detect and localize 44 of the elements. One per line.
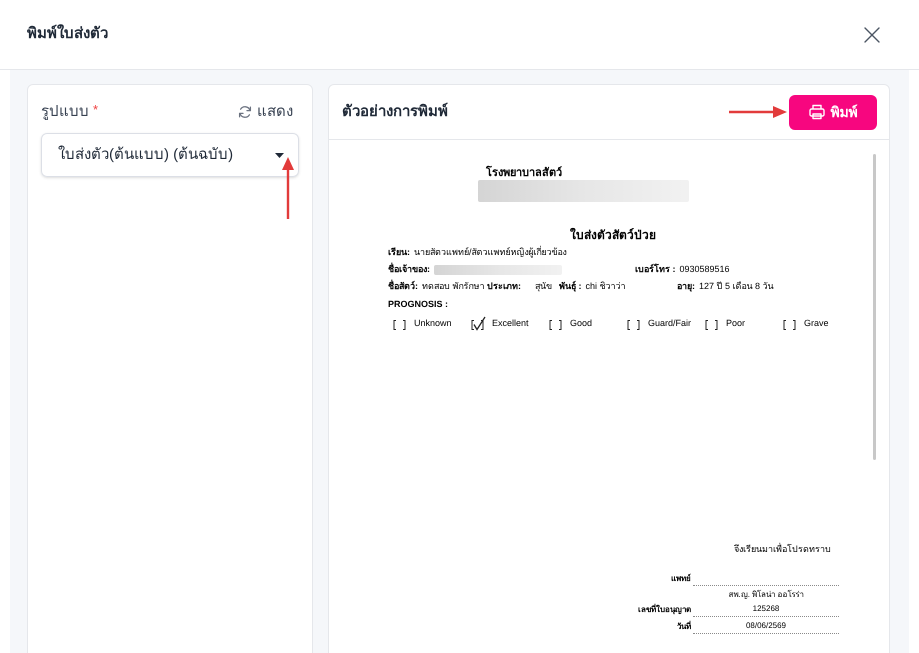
section-label: PROGNOSIS : — [388, 298, 448, 311]
field-value: 125268 — [752, 603, 780, 614]
pointer-arrow — [282, 157, 294, 219]
close-button[interactable] — [864, 26, 880, 42]
field-label: เบอร์โทร : — [635, 262, 676, 276]
close-icon — [864, 26, 880, 42]
required-mark: * — [93, 102, 98, 118]
field-value: นายสัตวแพทย์/สัตวแพทย์หญิงผู้เกี่ยวข้อง — [414, 244, 567, 260]
show-button[interactable]: แสดง — [238, 102, 293, 122]
field-label: เรียน: — [388, 246, 410, 259]
preview-title: ตัวอย่างการพิมพ์ — [342, 102, 448, 122]
option-label: Excellent — [492, 317, 529, 330]
hospital-label: โรงพยาบาลสัตว์ — [486, 166, 562, 180]
refresh-icon — [238, 105, 252, 119]
field-label: เลขที่ใบอนุญาต — [638, 603, 691, 616]
field-value: 127 ปี 5 เดือน 8 วัน — [699, 280, 774, 293]
signer-name: สพ.ญ. พิโลน่า ออโรร่า — [728, 588, 804, 601]
template-select[interactable]: ใบส่งตัว(ต้นแบบ) (ต้นฉบับ) — [41, 133, 299, 177]
field-label: ประเภท: — [487, 280, 521, 293]
printer-icon — [808, 104, 824, 120]
closing-text: จึงเรียนมาเพื่อโปรดทราบ — [734, 542, 831, 556]
field-value: 08/06/2569 — [746, 620, 786, 631]
field-label: แพทย์ — [671, 572, 691, 585]
field-value: สุนัข — [535, 280, 552, 294]
field-label: พันธุ์ : — [559, 280, 582, 294]
print-button[interactable]: พิมพ์ — [789, 94, 877, 130]
dialog-title: พิมพ์ใบส่งตัว — [27, 23, 108, 44]
option-label: Guard/Fair — [648, 317, 692, 330]
scrollbar[interactable] — [873, 154, 876, 460]
document-title: ใบส่งตัวสัตว์ป่วย — [570, 228, 656, 242]
field-label: ชื่อสัตว์: — [388, 278, 418, 293]
field-label: อายุ: — [677, 280, 695, 294]
field-label: วันที่ — [677, 620, 691, 633]
field-value: chi ชิวาว่า — [586, 280, 626, 293]
pointer-arrow — [729, 106, 787, 118]
field-value: ทดสอบ พักรักษา — [422, 280, 485, 293]
option-label: Grave — [804, 317, 829, 330]
caret-icon — [275, 152, 284, 158]
field-label: ชื่อเจ้าของ: — [388, 262, 430, 276]
option-label: Unknown — [414, 317, 452, 330]
field-label: รูปแบบ — [41, 102, 89, 122]
option-label: Poor — [726, 317, 746, 330]
option-label: Good — [570, 317, 592, 330]
field-value: 0930589516 — [680, 263, 730, 276]
